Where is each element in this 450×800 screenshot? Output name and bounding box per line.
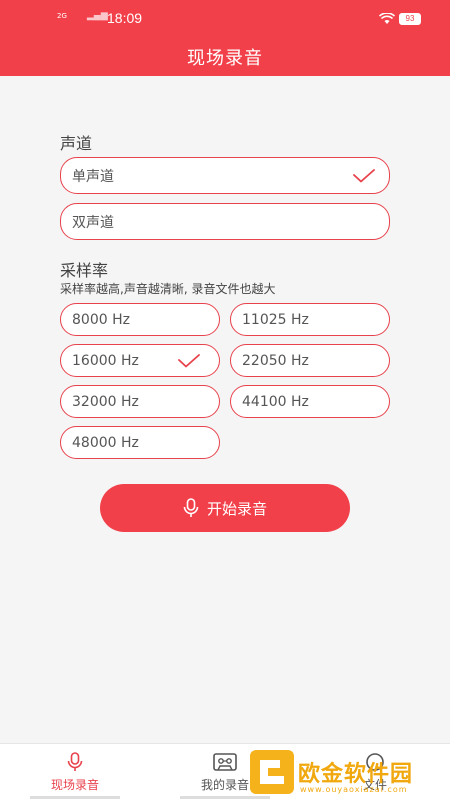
sample-rate-label: 采样率: [60, 261, 109, 280]
channel-option-label: 双声道: [72, 214, 114, 231]
watermark-subtext: www.ouyaoxiazai.com: [300, 785, 408, 794]
start-recording-label: 开始录音: [206, 499, 267, 518]
channel-option-stereo[interactable]: 双声道: [60, 203, 390, 240]
sample-rate-option-label: 16000 Hz: [72, 352, 139, 369]
channel-option-mono[interactable]: 单声道: [60, 157, 390, 194]
sample-rate-option-11025[interactable]: 11025 Hz: [230, 303, 390, 336]
checkmark-icon: [178, 354, 200, 368]
sample-rate-option-44100[interactable]: 44100 Hz: [230, 385, 390, 418]
sample-rate-option-16000[interactable]: 16000 Hz: [60, 344, 220, 377]
sample-rate-option-label: 44100 Hz: [242, 393, 309, 410]
status-time: 18:09: [107, 10, 143, 26]
status-bar: 2G ▂▄▆ 18:09 93: [0, 10, 450, 30]
channel-label: 声道: [60, 134, 93, 153]
checkmark-icon: [353, 169, 375, 183]
sample-rate-hint: 采样率越高,声音越清晰, 录音文件也越大: [60, 282, 276, 296]
start-recording-button[interactable]: 开始录音: [100, 484, 350, 532]
network-indicator: 2G: [57, 12, 67, 20]
app-header: 2G ▂▄▆ 18:09 93 现场录音: [0, 0, 450, 76]
sample-rate-option-48000[interactable]: 48000 Hz: [60, 426, 220, 459]
channel-option-label: 单声道: [72, 168, 114, 185]
sample-rate-option-label: 11025 Hz: [242, 311, 309, 328]
nav-item-label: 我的录音: [200, 778, 249, 792]
microphone-icon: [183, 498, 199, 517]
sample-rate-option-label: 48000 Hz: [72, 434, 139, 451]
wifi-icon: [379, 13, 395, 24]
watermark-text: 欧金软件园: [298, 762, 414, 787]
sample-rate-option-8000[interactable]: 8000 Hz: [60, 303, 220, 336]
sample-rate-option-label: 8000 Hz: [72, 311, 130, 328]
sample-rate-option-22050[interactable]: 22050 Hz: [230, 344, 390, 377]
signal-icon: ▂▄▆: [87, 11, 108, 21]
nav-item-label: 现场录音: [50, 778, 99, 792]
sample-rate-option-label: 22050 Hz: [242, 352, 309, 369]
sample-rate-option-label: 32000 Hz: [72, 393, 139, 410]
sample-rate-option-32000[interactable]: 32000 Hz: [60, 385, 220, 418]
page-title: 现场录音: [187, 48, 263, 69]
cassette-icon: [213, 753, 237, 771]
nav-item-live-record[interactable]: 现场录音: [25, 752, 125, 793]
microphone-icon: [67, 752, 83, 771]
watermark-logo: 欧金软件园 www.ouyaoxiazai.com: [250, 750, 450, 800]
battery-indicator: 93: [399, 13, 421, 25]
watermark-logo-icon: [250, 750, 294, 794]
nav-indicator: [30, 796, 120, 799]
